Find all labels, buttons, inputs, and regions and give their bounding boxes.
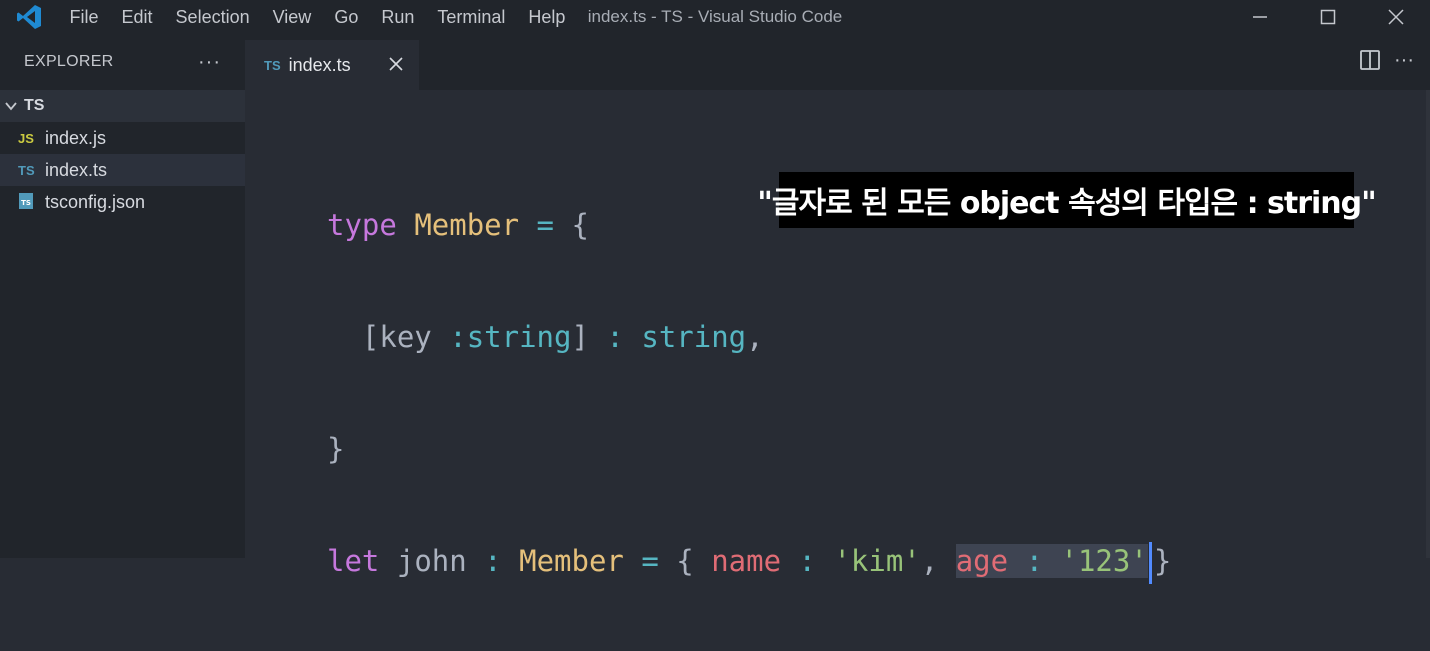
close-icon: [1388, 9, 1404, 25]
token: :: [1025, 544, 1044, 578]
file-item-tsconfig-json[interactable]: TS tsconfig.json: [0, 186, 245, 218]
title-bar: File Edit Selection View Go Run Terminal…: [0, 0, 1430, 34]
maximize-button[interactable]: [1294, 0, 1362, 34]
ts-file-icon: TS: [264, 57, 281, 73]
token: age: [955, 544, 1009, 578]
token: :: [798, 544, 816, 578]
token: }: [327, 432, 345, 466]
token: :: [606, 320, 624, 354]
tab-close-button[interactable]: [385, 53, 407, 75]
token: :: [449, 320, 467, 354]
code-line-3: }: [327, 427, 1171, 471]
token: Member: [519, 544, 624, 578]
chevron-down-icon: [5, 102, 17, 111]
token: [: [361, 320, 380, 354]
close-window-button[interactable]: [1362, 0, 1430, 34]
token: =: [536, 208, 555, 242]
token: {: [676, 544, 694, 578]
token: :: [484, 544, 502, 578]
file-item-index-ts[interactable]: TS index.ts: [0, 154, 245, 186]
tsconfig-file-icon: TS: [18, 192, 42, 213]
token: john: [396, 544, 467, 578]
code-editor[interactable]: type Member = { [key :string] : string, …: [245, 90, 1430, 584]
minimize-icon: [1253, 16, 1267, 18]
text-cursor: [1148, 542, 1152, 584]
explorer-title: EXPLORER: [24, 53, 114, 70]
js-file-icon: JS: [18, 130, 34, 146]
token: {: [571, 208, 589, 242]
token: =: [641, 544, 659, 578]
code-line-2: [key :string] : string,: [327, 315, 1171, 359]
token: let: [327, 544, 380, 578]
ts-file-icon: TS: [18, 162, 35, 178]
split-editor-icon[interactable]: [1358, 48, 1382, 72]
file-name: index.js: [45, 127, 107, 148]
vscode-logo-icon: [0, 0, 58, 34]
folder-name: TS: [24, 97, 45, 114]
explorer-header: EXPLORER ···: [0, 34, 245, 90]
svg-text:TS: TS: [21, 199, 31, 207]
file-item-index-js[interactable]: JS index.js: [0, 122, 245, 154]
tab-bar: TS index.ts ···: [245, 34, 1430, 90]
file-name: tsconfig.json: [45, 191, 146, 212]
maximize-icon: [1320, 9, 1336, 25]
token: Member: [414, 208, 520, 242]
menu-selection[interactable]: Selection: [164, 0, 261, 34]
token: ]: [571, 320, 589, 354]
token: string: [641, 320, 747, 354]
tab-index-ts[interactable]: TS index.ts: [245, 40, 419, 90]
code-line-4: let john : Member = { name : 'kim', age …: [327, 539, 1172, 584]
token: type: [327, 208, 397, 242]
token: 'kim': [833, 544, 921, 578]
token: name: [711, 544, 782, 578]
menu-file[interactable]: File: [58, 0, 110, 34]
token: key: [379, 320, 432, 354]
folder-ts[interactable]: TS: [0, 90, 245, 122]
token: ,: [920, 544, 939, 578]
editor-more-icon[interactable]: ···: [1394, 50, 1414, 70]
token: }: [1153, 544, 1172, 578]
menu-help[interactable]: Help: [517, 0, 577, 34]
menu-terminal[interactable]: Terminal: [426, 0, 517, 34]
menu-go[interactable]: Go: [323, 0, 370, 34]
minimize-button[interactable]: [1226, 0, 1294, 34]
window-controls: [1226, 0, 1430, 34]
close-icon: [389, 57, 403, 71]
token: string: [466, 320, 572, 354]
menu-run[interactable]: Run: [370, 0, 426, 34]
explorer-sidebar: EXPLORER ··· TS JS index.js TS index.ts …: [0, 34, 245, 558]
vertical-scrollbar[interactable]: [1426, 90, 1430, 558]
video-caption: "글자로 된 모든 object 속성의 타입은 : string": [757, 172, 1377, 228]
text-selection: age : '123': [955, 544, 1148, 578]
token: ,: [746, 320, 764, 354]
menu-edit[interactable]: Edit: [110, 0, 164, 34]
file-name: index.ts: [45, 159, 108, 180]
menu-view[interactable]: View: [261, 0, 323, 34]
editor-actions: ···: [1358, 48, 1430, 72]
tab-label: index.ts: [288, 54, 351, 75]
explorer-more-icon[interactable]: ···: [198, 52, 221, 72]
token: '123': [1060, 544, 1148, 578]
menu-bar: File Edit Selection View Go Run Terminal…: [58, 0, 577, 34]
